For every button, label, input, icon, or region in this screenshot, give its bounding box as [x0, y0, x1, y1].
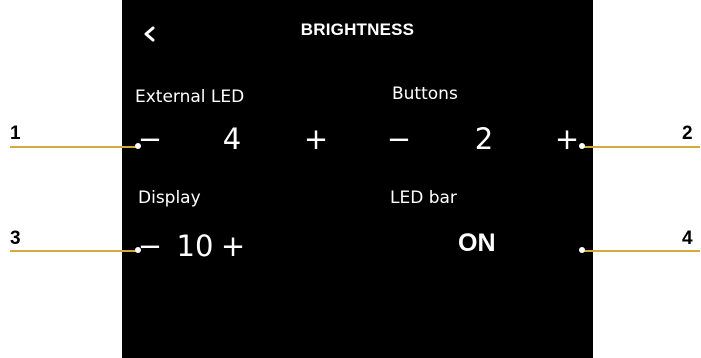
callout-line-4	[584, 250, 700, 252]
page-title: BRIGHTNESS	[300, 20, 415, 39]
led-bar-label: LED bar	[390, 188, 457, 208]
external-led-value: 4	[222, 122, 242, 156]
buttons-minus-button[interactable]: −	[384, 122, 414, 156]
callout-dot-4	[579, 247, 585, 253]
display-plus-button[interactable]: +	[218, 229, 248, 263]
display-minus-button[interactable]: −	[135, 229, 165, 263]
callout-number-4: 4	[682, 228, 693, 249]
callout-dot-2	[579, 143, 585, 149]
callout-line-1	[10, 146, 137, 148]
external-led-minus-button[interactable]: −	[135, 122, 165, 156]
callout-dot-3	[135, 247, 141, 253]
display-label: Display	[138, 188, 201, 208]
callout-number-2: 2	[682, 123, 693, 144]
buttons-plus-button[interactable]: +	[552, 122, 582, 156]
callout-dot-1	[135, 143, 141, 149]
callout-number-3: 3	[10, 228, 21, 249]
external-led-plus-button[interactable]: +	[301, 122, 331, 156]
buttons-label: Buttons	[392, 84, 458, 104]
buttons-value: 2	[474, 122, 494, 156]
callout-line-2	[584, 146, 700, 148]
display-value: 10	[176, 229, 214, 263]
callout-line-3	[10, 250, 137, 252]
callout-number-1: 1	[10, 123, 21, 144]
led-bar-toggle[interactable]: ON	[458, 229, 496, 258]
external-led-label: External LED	[135, 87, 245, 107]
device-screen: BRIGHTNESS External LED − 4 + Buttons − …	[122, 0, 593, 358]
